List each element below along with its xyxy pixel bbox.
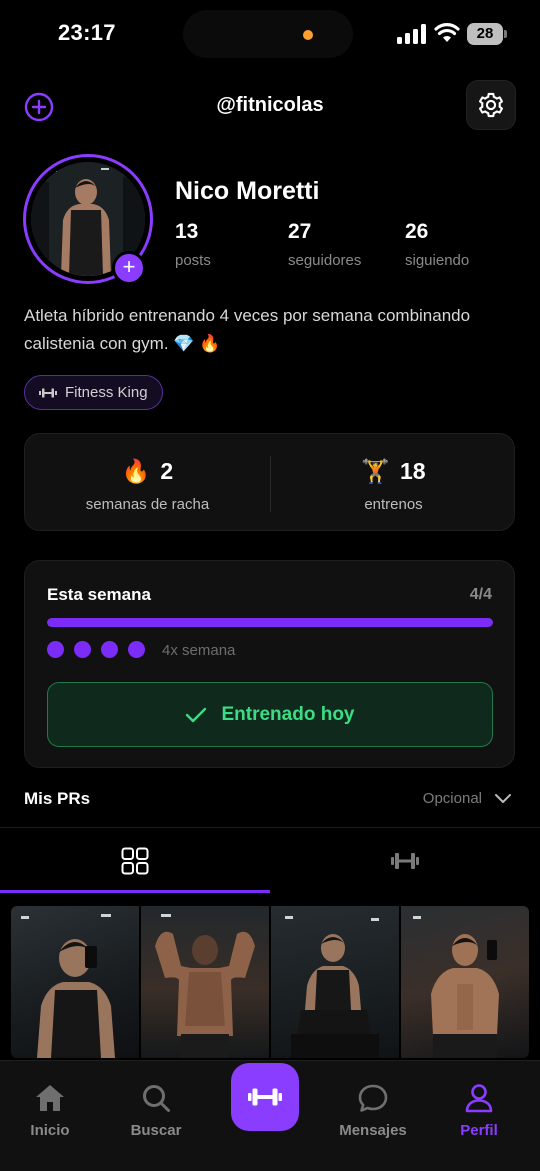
- battery-icon: 28: [467, 23, 507, 45]
- user-icon: [465, 1084, 493, 1113]
- profile-handle: @fitnicolas: [216, 94, 324, 116]
- battery-level: 28: [467, 23, 503, 45]
- chevron-down-icon: [495, 793, 511, 803]
- status-time: 23:17: [58, 20, 116, 45]
- profile-bio: Atleta híbrido entrenando 4 veces por se…: [24, 306, 471, 353]
- trained-today-button[interactable]: Entrenado hoy: [47, 682, 493, 747]
- summary-card: 🔥 2 semanas de racha 🏋️ 18 entrenos: [24, 433, 515, 531]
- stat-following[interactable]: 26 siguiendo: [405, 220, 469, 269]
- workouts-stat: 🏋️ 18 entrenos: [271, 454, 516, 514]
- wifi-icon: [434, 23, 460, 42]
- trained-label: Entrenado hoy: [221, 703, 355, 725]
- week-card: Esta semana 4/4 4x semana Entrenado hoy: [24, 560, 515, 768]
- grid-icon: [121, 847, 149, 875]
- nav-messages-label: Mensajes: [339, 1122, 407, 1139]
- active-tab-indicator: [0, 890, 270, 893]
- week-count: 4/4: [469, 586, 492, 603]
- workouts-value: 18: [400, 457, 426, 484]
- start-workout-button[interactable]: [231, 1063, 299, 1131]
- prs-title: Mis PRs: [24, 789, 91, 808]
- stat-posts[interactable]: 13 posts: [175, 220, 211, 269]
- dumbbell-icon: [391, 853, 419, 869]
- post-thumbnail[interactable]: [271, 906, 399, 1058]
- week-title: Esta semana: [47, 585, 151, 604]
- prs-toggle[interactable]: Opcional: [423, 790, 512, 807]
- streak-stat: 🔥 2 semanas de racha: [25, 454, 270, 514]
- streak-label: semanas de racha: [85, 496, 210, 513]
- signal-icon: [397, 24, 426, 44]
- stat-value: 13: [175, 220, 199, 243]
- stat-followers[interactable]: 27 seguidores: [288, 220, 361, 269]
- dumbbell-icon: [248, 1088, 282, 1106]
- nav-messages[interactable]: Mensajes: [323, 1083, 423, 1139]
- stat-label: seguidores: [288, 252, 362, 269]
- gear-icon: [478, 92, 504, 118]
- stat-value: 26: [405, 220, 429, 243]
- stat-label: posts: [175, 252, 211, 269]
- check-icon: [186, 707, 207, 722]
- bottom-navigation: Inicio Buscar Mensajes Perfil: [0, 1060, 540, 1171]
- week-dots: [47, 641, 145, 658]
- nav-profile[interactable]: Perfil: [429, 1083, 529, 1139]
- search-icon: [143, 1085, 170, 1112]
- nav-profile-label: Perfil: [460, 1122, 498, 1139]
- badge-label: Fitness King: [65, 384, 148, 401]
- week-day-dot: [101, 641, 118, 658]
- stat-value: 27: [288, 220, 312, 243]
- stat-label: siguiendo: [405, 252, 470, 269]
- dumbbell-icon: [39, 388, 57, 397]
- week-day-dot: [47, 641, 64, 658]
- week-progress-bar: [47, 618, 493, 627]
- fitness-badge[interactable]: Fitness King: [24, 375, 163, 410]
- home-icon: [36, 1085, 64, 1111]
- fire-icon: 🔥: [121, 457, 151, 484]
- recording-indicator: [303, 30, 313, 40]
- post-thumbnail[interactable]: [401, 906, 529, 1058]
- tab-posts-grid[interactable]: [0, 828, 270, 894]
- add-story-button[interactable]: +: [112, 251, 146, 285]
- nav-home[interactable]: Inicio: [0, 1083, 100, 1139]
- week-progress-fill: [47, 618, 493, 627]
- week-day-dot: [74, 641, 91, 658]
- streak-value: 2: [160, 457, 174, 484]
- settings-button[interactable]: [466, 80, 516, 130]
- weightlifter-icon: 🏋️: [361, 457, 391, 484]
- week-frequency: 4x semana: [162, 642, 236, 659]
- profile-name: Nico Moretti: [175, 177, 320, 205]
- week-day-dot: [128, 641, 145, 658]
- tab-workouts[interactable]: [270, 828, 540, 894]
- chat-bubble-icon: [358, 1084, 388, 1112]
- posts-grid: [11, 906, 529, 1058]
- post-thumbnail[interactable]: [141, 906, 269, 1058]
- content-tabs: [0, 827, 540, 893]
- status-bar: 23:17 28: [0, 0, 540, 70]
- nav-home-label: Inicio: [30, 1122, 70, 1139]
- profile-header: @fitnicolas: [0, 80, 540, 132]
- prs-option-label: Opcional: [422, 790, 482, 807]
- workouts-label: entrenos: [364, 496, 423, 513]
- dynamic-island: [183, 10, 353, 58]
- post-thumbnail[interactable]: [11, 906, 139, 1058]
- nav-search[interactable]: Buscar: [106, 1083, 206, 1139]
- nav-search-label: Buscar: [130, 1122, 182, 1139]
